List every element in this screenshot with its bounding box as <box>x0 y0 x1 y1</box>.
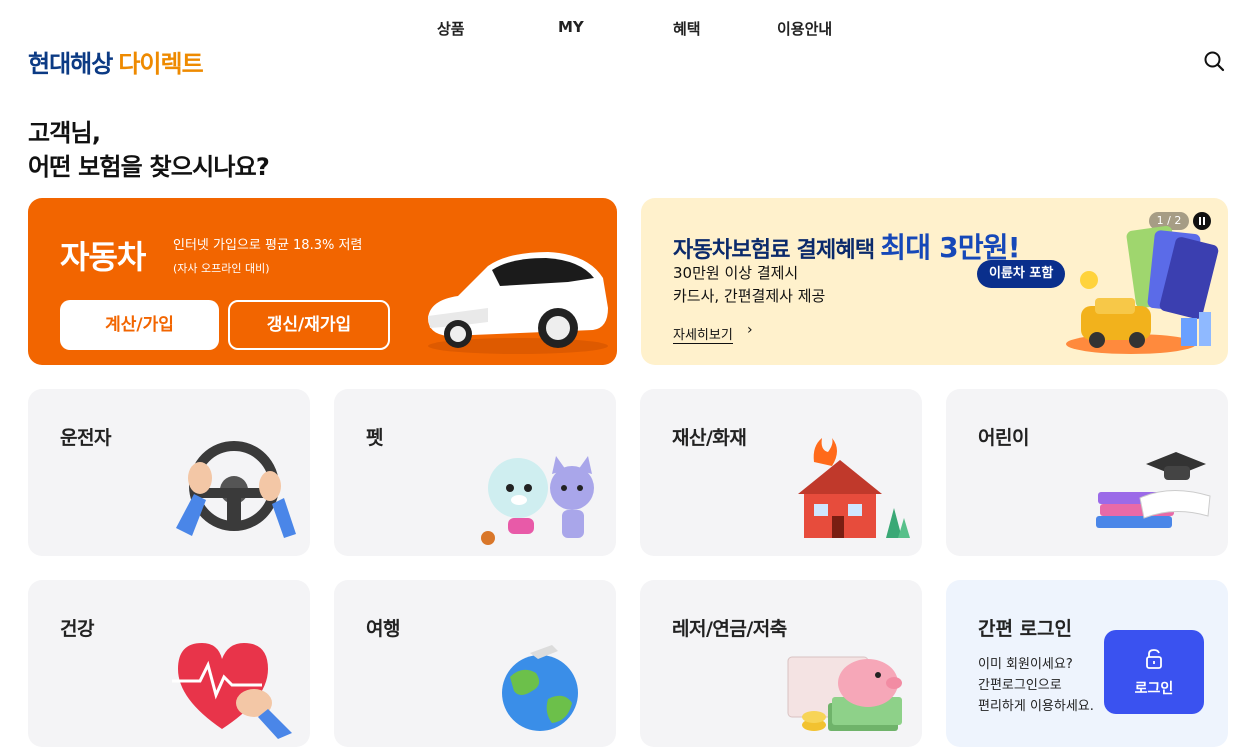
promo-line2: 카드사, 간편결제사 제공 <box>673 287 826 305</box>
tile-children[interactable]: 어린이 <box>946 389 1228 556</box>
globe-icon <box>502 645 578 731</box>
nav-item-my[interactable]: MY <box>558 18 584 36</box>
piggy-bank-icon <box>787 656 902 731</box>
lock-icon <box>1146 649 1162 669</box>
search-icon[interactable] <box>1203 50 1225 72</box>
quick-login-card: 간편 로그인 이미 회원이세요? 간편로그인으로 편리하게 이용하세요. 로그인 <box>946 580 1228 747</box>
tile-pet[interactable]: 펫 <box>334 389 616 556</box>
steering-wheel-icon <box>176 441 296 538</box>
car-insurance-card: 자동차 인터넷 가입으로 평균 18.3% 저렴 (자사 오프라인 대비) 계산… <box>28 198 617 365</box>
tile-label: 운전자 <box>60 427 111 449</box>
promo-title-text: 자동차보험료 결제혜택 <box>673 238 875 263</box>
tile-label: 재산/화재 <box>672 427 747 449</box>
calc-join-button[interactable]: 계산/가입 <box>60 300 219 350</box>
tile-travel[interactable]: 여행 <box>334 580 616 747</box>
heart-health-icon <box>172 643 292 739</box>
promo-title: 자동차보험료 결제혜택 최대 3만원! <box>673 226 1021 266</box>
car-card-desc: 인터넷 가입으로 평균 18.3% 저렴 <box>173 238 363 253</box>
nav-item-benefits[interactable]: 혜택 <box>673 18 701 39</box>
tile-label: 레저/연금/저축 <box>672 618 787 640</box>
promo-more-link[interactable]: 자세히보기 <box>673 324 733 344</box>
logo-sub: 다이렉트 <box>118 50 203 78</box>
global-nav: 상품 MY 혜택 이용안내 <box>0 18 1247 40</box>
logo-main: 현대해상 <box>28 50 113 78</box>
page-title: 고객님, 어떤 보험을 찾으시나요? <box>28 116 270 184</box>
login-desc-line2: 간편로그인으로 <box>978 678 1062 693</box>
house-fire-icon <box>798 438 910 538</box>
tile-property-fire[interactable]: 재산/화재 <box>640 389 922 556</box>
nav-item-guide[interactable]: 이용안내 <box>777 18 832 39</box>
promo-badge: 이륜차 포함 <box>977 260 1066 288</box>
greeting-line1: 고객님, <box>28 119 101 147</box>
login-button[interactable]: 로그인 <box>1104 630 1204 714</box>
promo-illustration <box>1066 225 1219 354</box>
greeting-line2: 어떤 보험을 찾으시나요? <box>28 153 270 181</box>
graduation-books-icon <box>1096 452 1211 528</box>
renew-button[interactable]: 갱신/재가입 <box>228 300 390 350</box>
car-card-title: 자동차 <box>60 238 146 276</box>
tile-label: 펫 <box>366 427 383 449</box>
promo-banner[interactable]: 자동차보험료 결제혜택 최대 3만원! 30만원 이상 결제시 카드사, 간편결제… <box>641 198 1228 365</box>
login-desc: 이미 회원이세요? 간편로그인으로 편리하게 이용하세요. <box>978 654 1094 717</box>
chevron-right-icon: › <box>747 322 753 338</box>
login-button-label: 로그인 <box>1134 681 1174 697</box>
tile-health[interactable]: 건강 <box>28 580 310 747</box>
tile-label: 여행 <box>366 618 400 640</box>
logo[interactable]: 현대해상 다이렉트 <box>28 44 204 79</box>
pet-icon <box>481 456 594 545</box>
login-title: 간편 로그인 <box>978 618 1073 640</box>
login-desc-line3: 편리하게 이용하세요. <box>978 699 1094 714</box>
tile-leisure-pension-savings[interactable]: 레저/연금/저축 <box>640 580 922 747</box>
car-illustration <box>428 252 608 354</box>
login-desc-line1: 이미 회원이세요? <box>978 657 1073 672</box>
nav-item-products[interactable]: 상품 <box>437 18 465 39</box>
tile-label: 어린이 <box>978 427 1029 449</box>
tile-label: 건강 <box>60 618 94 640</box>
car-card-sub: (자사 오프라인 대비) <box>173 262 270 275</box>
promo-line1: 30만원 이상 결제시 <box>673 264 799 282</box>
tile-driver[interactable]: 운전자 <box>28 389 310 556</box>
